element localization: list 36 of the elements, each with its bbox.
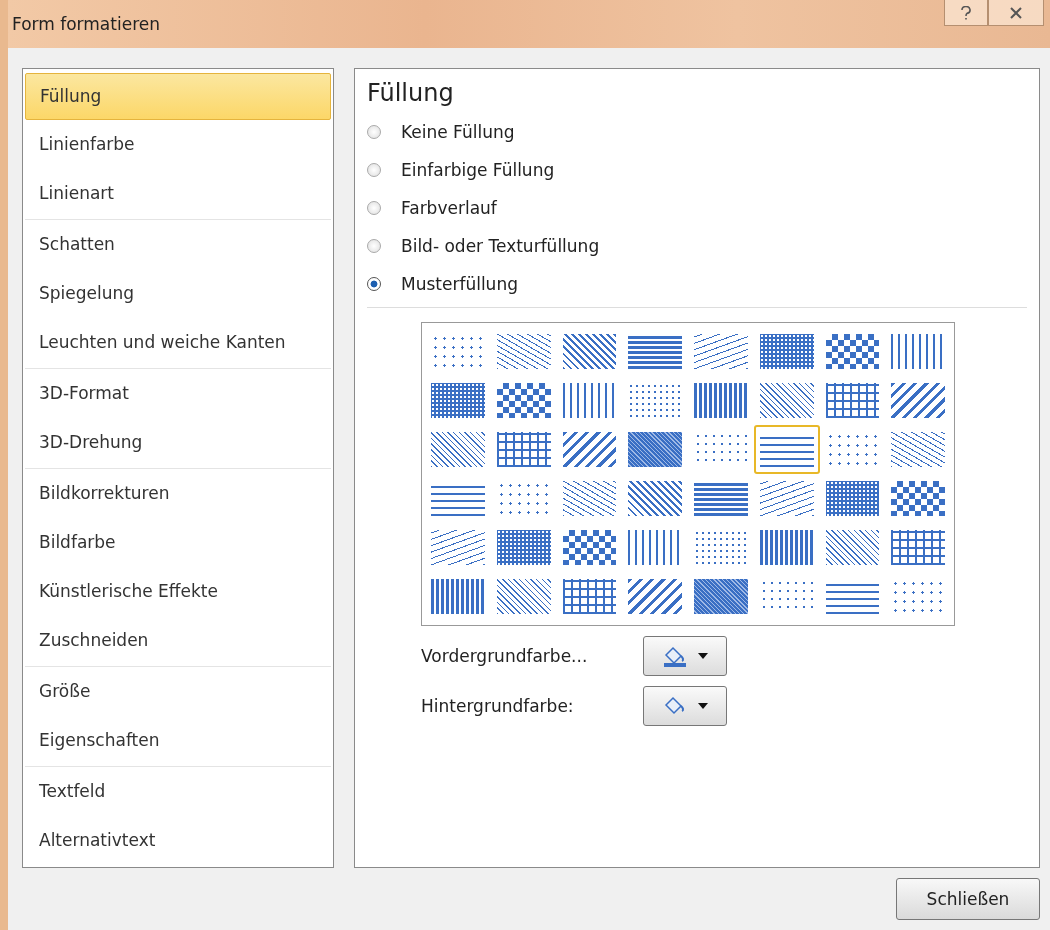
category-item[interactable]: Alternativtext <box>25 816 331 865</box>
caret-icon <box>698 703 708 709</box>
category-item[interactable]: Textfeld <box>25 767 331 816</box>
close-button[interactable]: Schließen <box>896 878 1040 920</box>
color-picker-button[interactable] <box>643 686 727 726</box>
fill-option-radio[interactable]: Farbverlauf <box>367 189 1039 227</box>
close-icon <box>1009 6 1023 19</box>
color-label: Vordergrundfarbe... <box>421 646 589 666</box>
pattern-swatch[interactable] <box>753 425 820 474</box>
close-window-button[interactable] <box>988 0 1044 26</box>
category-item[interactable]: Linienart <box>25 169 331 218</box>
category-item[interactable]: Eigenschaften <box>25 716 331 765</box>
category-item[interactable]: Spiegelung <box>25 269 331 318</box>
category-item[interactable]: Bildkorrekturen <box>25 469 331 518</box>
fill-option-radio[interactable]: Musterfüllung <box>367 265 1039 303</box>
help-icon <box>960 5 972 20</box>
category-item[interactable]: Größe <box>25 667 331 716</box>
category-item[interactable]: Linienfarbe <box>25 120 331 169</box>
window-title: Form formatieren <box>12 14 160 34</box>
paint-bucket-icon <box>662 645 688 667</box>
category-item[interactable]: Zuschneiden <box>25 616 331 665</box>
help-button[interactable] <box>944 0 988 26</box>
fill-option-radio[interactable]: Bild- oder Texturfüllung <box>367 227 1039 265</box>
category-item[interactable]: Füllung <box>25 73 331 120</box>
color-picker-button[interactable] <box>643 636 727 676</box>
section-heading: Füllung <box>367 79 455 107</box>
category-item[interactable]: Leuchten und weiche Kanten <box>25 318 331 367</box>
category-item[interactable]: 3D-Format <box>25 369 331 418</box>
color-label: Hintergrundfarbe: <box>421 696 575 716</box>
category-item[interactable]: Bildfarbe <box>25 518 331 567</box>
fill-option-radio[interactable]: Einfarbige Füllung <box>367 151 1039 189</box>
category-item[interactable]: 3D-Drehung <box>25 418 331 467</box>
category-item[interactable]: Schatten <box>25 220 331 269</box>
category-item[interactable]: Künstlerische Effekte <box>25 567 331 616</box>
caret-icon <box>698 653 708 659</box>
fill-option-radio[interactable]: Keine Füllung <box>367 113 1039 151</box>
